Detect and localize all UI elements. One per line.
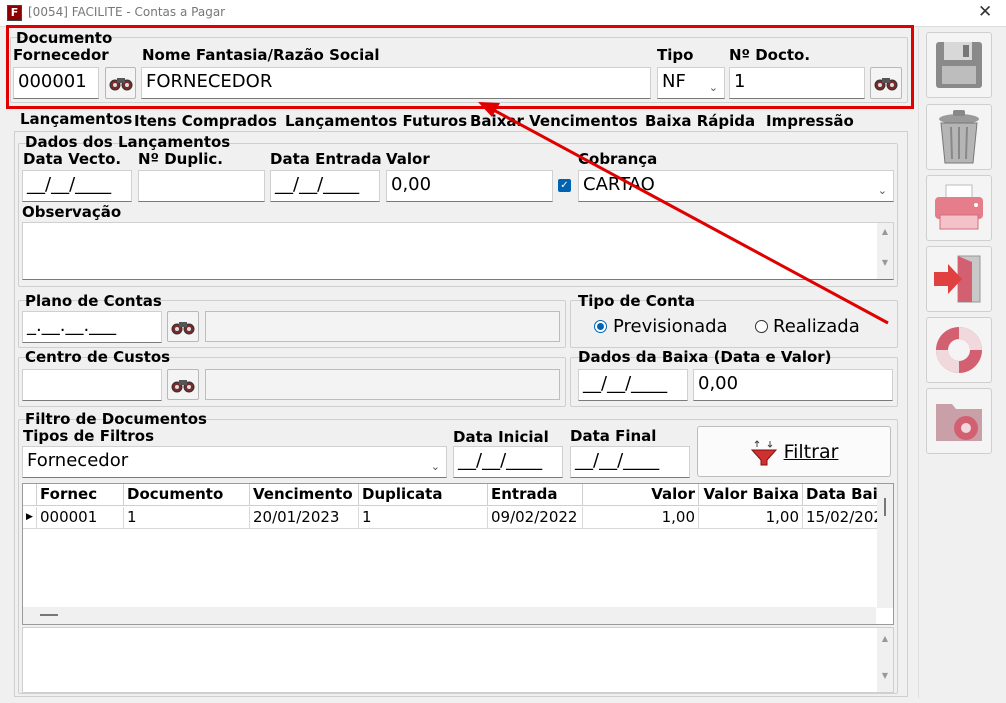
data-vecto-label: Data Vecto.	[23, 150, 122, 168]
grid-header-cell[interactable]: Valor	[583, 484, 699, 506]
annotation-arrow	[478, 102, 889, 325]
centro-label: Centro de Custos	[25, 348, 171, 366]
save-button[interactable]	[926, 32, 992, 98]
grid-cell[interactable]: 09/02/2022	[488, 507, 583, 529]
grid-header-cell[interactable]: Fornec	[37, 484, 124, 506]
help-button[interactable]	[926, 317, 992, 383]
exit-button[interactable]	[926, 246, 992, 312]
app-icon: F	[7, 5, 22, 21]
grid-vertical-scrollbar[interactable]	[877, 484, 893, 608]
settings-button[interactable]	[926, 388, 992, 454]
tipos-filtros-label: Tipos de Filtros	[23, 427, 155, 445]
filtrar-button[interactable]: Filtrar	[697, 426, 891, 477]
plano-input[interactable]: _.__.__.___	[22, 311, 162, 343]
lancamentos-group-label: Dados dos Lançamentos	[25, 133, 231, 151]
row-indicator-icon: ▶	[23, 507, 37, 529]
nduplic-label: Nº Duplic.	[138, 150, 223, 168]
data-inicial-label: Data Inicial	[453, 428, 549, 446]
data-entrada-input[interactable]: __/__/____	[270, 170, 380, 202]
grid-cell[interactable]: 1,00	[583, 507, 699, 529]
grid-header-cell[interactable]: Entrada	[488, 484, 583, 506]
data-final-label: Data Final	[570, 427, 657, 445]
print-button[interactable]	[926, 175, 992, 241]
save-icon	[936, 42, 982, 88]
settings-folder-icon	[936, 404, 982, 441]
tab-lancamentos[interactable]: Lançamentos	[20, 110, 132, 128]
data-vecto-input[interactable]: __/__/____	[22, 170, 132, 202]
grid-corner	[23, 484, 37, 506]
binoculars-icon	[171, 379, 195, 392]
scroll-thumb[interactable]	[884, 498, 886, 516]
centro-description-field	[205, 369, 560, 400]
delete-button[interactable]	[926, 104, 992, 170]
valor-label: Valor	[386, 150, 430, 168]
exit-door-icon	[934, 255, 981, 303]
grid-cell[interactable]: 1	[124, 507, 250, 529]
close-icon[interactable]: ✕	[978, 2, 992, 22]
scroll-down-icon: ▼	[881, 671, 889, 680]
printer-icon	[935, 184, 983, 230]
data-final-input[interactable]: __/__/____	[570, 446, 690, 478]
filtro-group-label: Filtro de Documentos	[25, 410, 207, 428]
sidebar-divider	[918, 26, 919, 698]
chevron-down-icon: ⌄	[430, 460, 440, 473]
funnel-icon	[750, 439, 777, 465]
grid-header-cell[interactable]: Documento	[124, 484, 250, 506]
plano-search-button[interactable]	[167, 311, 199, 342]
grid-cell[interactable]: 1,00	[699, 507, 803, 529]
nduplic-input[interactable]	[138, 170, 265, 202]
baixa-date-input[interactable]: __/__/____	[578, 369, 688, 401]
scroll-thumb[interactable]	[40, 614, 58, 616]
data-entrada-label: Data Entrada	[270, 150, 382, 168]
observacao-label: Observação	[22, 203, 122, 221]
plano-label: Plano de Contas	[25, 292, 162, 310]
grid-cell[interactable]: 1	[359, 507, 488, 529]
lifebuoy-icon	[936, 327, 982, 373]
memo-scrollbar[interactable]: ▲ ▼	[877, 628, 893, 692]
baixa-valor-input[interactable]: 0,00	[693, 369, 893, 401]
window-title: [0054] FACILITE - Contas a Pagar	[28, 5, 226, 19]
centro-search-button[interactable]	[167, 369, 199, 400]
filtrar-label: Filtrar	[783, 440, 839, 463]
title-bar: F [0054] FACILITE - Contas a Pagar ✕	[0, 0, 1006, 26]
grid-header-cell[interactable]: Valor Baixa	[699, 484, 803, 506]
grid-cell[interactable]: 000001	[37, 507, 124, 529]
grid-horizontal-scrollbar[interactable]	[23, 607, 876, 624]
grid-cell[interactable]: 20/01/2023	[250, 507, 359, 529]
tab-itens-comprados[interactable]: Itens Comprados	[134, 112, 277, 130]
scroll-up-icon: ▲	[881, 634, 889, 643]
tipos-filtros-value: Fornecedor	[27, 450, 129, 471]
bottom-memo[interactable]	[22, 627, 894, 693]
data-inicial-input[interactable]: __/__/____	[453, 446, 563, 478]
centro-input[interactable]	[22, 369, 162, 401]
trash-icon	[939, 110, 979, 164]
tab-lancamentos-futuros[interactable]: Lançamentos Futuros	[285, 112, 467, 130]
tipos-filtros-select[interactable]: Fornecedor ⌄	[22, 446, 447, 478]
binoculars-icon	[171, 321, 195, 334]
baixa-label: Dados da Baixa (Data e Valor)	[578, 348, 832, 366]
grid-header-cell[interactable]: Duplicata	[359, 484, 488, 506]
grid-header-cell[interactable]: Vencimento	[250, 484, 359, 506]
